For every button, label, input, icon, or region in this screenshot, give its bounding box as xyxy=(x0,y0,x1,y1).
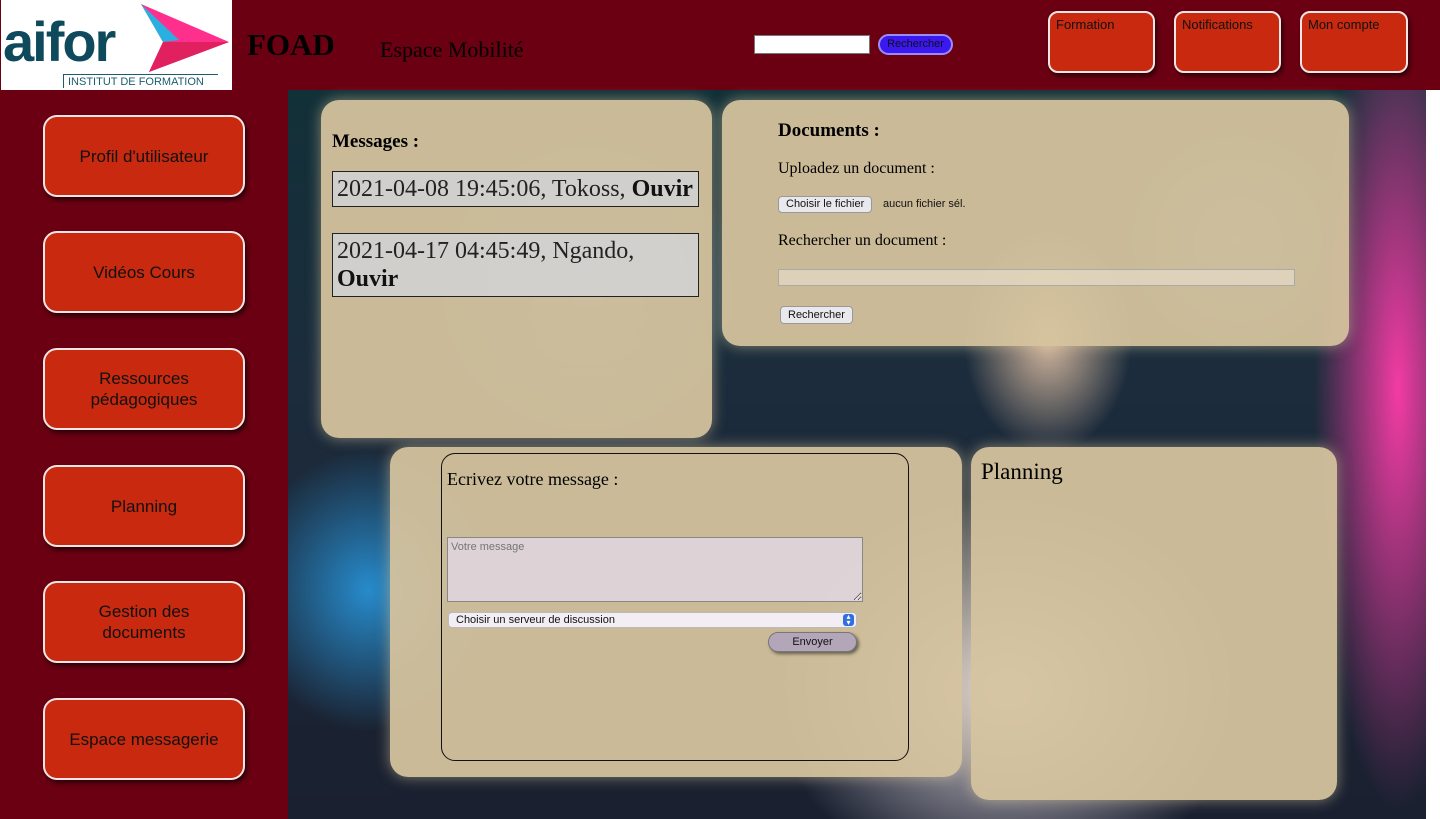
header-search-input[interactable] xyxy=(754,35,870,54)
page-edge xyxy=(1426,90,1440,819)
planning-panel: Planning xyxy=(971,447,1337,800)
sidebar-item-resources[interactable]: Ressources pédagogiques xyxy=(43,348,245,430)
sidebar-item-planning[interactable]: Planning xyxy=(43,465,245,547)
server-select[interactable]: Choisir un serveur de discussion ▴ ▾ xyxy=(448,612,857,628)
compose-form: Ecrivez votre message : Choisir un serve… xyxy=(441,453,909,761)
documents-panel: Documents : Uploadez un document : Chois… xyxy=(722,100,1349,346)
message-meta: 2021-04-08 19:45:06, Tokoss, xyxy=(337,176,632,202)
upload-label: Uploadez un document : xyxy=(778,160,935,177)
search-document-label: Rechercher un document : xyxy=(778,232,947,249)
planning-title: Planning xyxy=(981,459,1063,484)
send-button[interactable]: Envoyer xyxy=(768,632,857,652)
logo-arrow-icon xyxy=(141,4,229,72)
message-open-link[interactable]: Ouvir xyxy=(337,266,398,292)
nav-formation-button[interactable]: Formation xyxy=(1048,11,1155,73)
message-item: 2021-04-17 04:45:49, Ngando, Ouvir xyxy=(332,233,699,297)
sidebar-item-messaging[interactable]: Espace messagerie xyxy=(43,698,245,780)
choose-file-button[interactable]: Choisir le fichier xyxy=(778,196,873,213)
top-header: aifor INSTITUT DE FORMATION FOAD Espace … xyxy=(0,0,1440,90)
header-search-button[interactable]: Rechercher xyxy=(878,34,953,55)
compose-label: Ecrivez votre message : xyxy=(447,469,619,489)
server-select-value: Choisir un serveur de discussion xyxy=(456,614,615,626)
message-textarea[interactable] xyxy=(447,537,863,602)
compose-panel: Ecrivez votre message : Choisir un serve… xyxy=(390,447,962,777)
sidebar-item-profile[interactable]: Profil d'utilisateur xyxy=(43,115,245,197)
message-meta: 2021-04-17 04:45:49, Ngando, xyxy=(337,238,635,264)
message-open-link[interactable]: Ouvir xyxy=(632,176,693,202)
messages-title: Messages : xyxy=(332,131,420,152)
sidebar-item-documents[interactable]: Gestion des documents xyxy=(43,581,245,663)
document-search-input[interactable] xyxy=(778,269,1295,286)
sidebar-item-videos[interactable]: Vidéos Cours xyxy=(43,231,245,313)
page-subtitle: Espace Mobilité xyxy=(380,37,524,62)
logo-subtitle: INSTITUT DE FORMATION xyxy=(63,74,218,88)
document-search-button[interactable]: Rechercher xyxy=(780,306,853,324)
aifor-logo[interactable]: aifor INSTITUT DE FORMATION xyxy=(1,0,232,90)
select-caret-icon: ▴ ▾ xyxy=(843,613,854,627)
logo-text: aifor xyxy=(3,10,116,73)
sidebar: Profil d'utilisateur Vidéos Cours Ressou… xyxy=(0,90,288,819)
file-status: aucun fichier sél. xyxy=(883,198,966,210)
brand-title: FOAD xyxy=(247,27,335,62)
documents-title: Documents : xyxy=(778,120,880,141)
nav-account-button[interactable]: Mon compte xyxy=(1300,11,1408,73)
nav-notifications-button[interactable]: Notifications xyxy=(1174,11,1281,73)
messages-panel: Messages : 2021-04-08 19:45:06, Tokoss, … xyxy=(321,100,712,438)
message-item: 2021-04-08 19:45:06, Tokoss, Ouvir xyxy=(332,171,699,207)
